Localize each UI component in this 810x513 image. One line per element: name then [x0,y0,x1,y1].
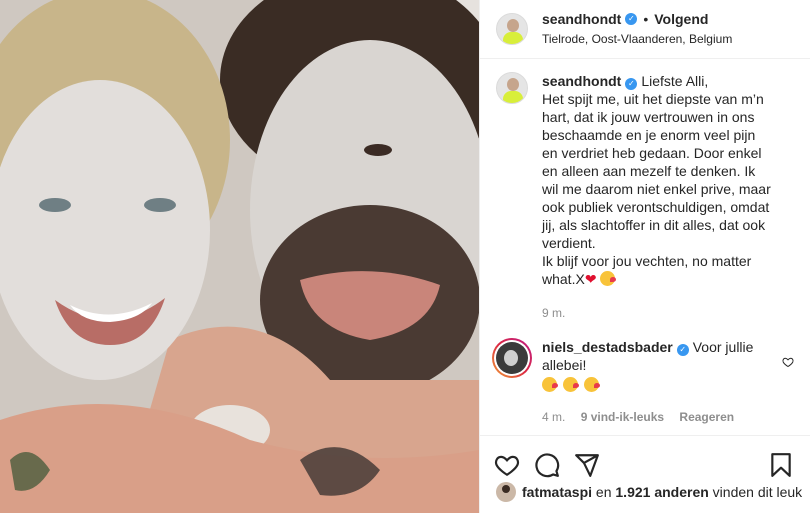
bookmark-icon[interactable] [768,452,794,478]
verified-icon: ✓ [625,13,638,25]
kiss-emoji-icon [600,271,617,286]
post-detail-panel: seandhondt ✓ • Volgend Tielrode, Oost-Vl… [479,0,810,513]
caption-time[interactable]: 9 m. [542,306,565,320]
red-heart-emoji-icon: ❤ [584,271,597,287]
comment-likes[interactable]: 9 vind-ik-leuks [581,410,664,424]
likes-count[interactable]: 1.921 anderen [615,484,708,500]
kiss-emoji-icon [562,377,579,392]
commenter-avatar[interactable] [492,338,532,378]
caption-author[interactable]: seandhondt [542,73,621,89]
follow-button[interactable]: Volgend [654,10,708,28]
likes-suffix: vinden dit leuk [712,484,803,500]
author-avatar[interactable] [496,13,528,45]
heart-icon[interactable] [494,452,520,478]
caption-line: Liefste Alli, [641,73,709,89]
post-photo[interactable] [0,0,479,513]
caption-line: Het spijt me, uit het diepste van m’n ha… [542,91,771,251]
comment-item: niels_destadsbader ✓ Voor jullie allebei! … [492,338,794,426]
liker-avatar[interactable] [496,482,516,502]
comments-section: seandhondt ✓ Liefste Alli, Het spijt me, u… [492,72,794,426]
comment-like-heart-icon[interactable] [782,356,794,368]
caption-line: Ik blijf voor jou vechten, no matter wha… [542,253,752,287]
kiss-emoji-icon [583,377,600,392]
comment-meta: 4 m. 9 vind-ik-leuks Reageren [542,408,774,426]
caption-meta: 9 m. [542,304,774,322]
post-header: seandhondt ✓ • Volgend Tielrode, Oost-Vl… [480,0,810,59]
commenter-username[interactable]: niels_destadsbader [542,339,673,355]
comment-icon[interactable] [534,452,560,478]
likes-middle: en [595,484,612,500]
post-actions: fatmataspi en 1.921 anderen vinden dit l… [480,435,810,513]
reply-button[interactable]: Reageren [679,410,734,424]
kiss-emoji-icon [542,377,558,392]
caption-author-avatar[interactable] [496,72,528,104]
comment-time[interactable]: 4 m. [542,410,565,424]
verified-icon: ✓ [676,344,689,356]
post-location[interactable]: Tielrode, Oost-Vlaanderen, Belgium [542,30,732,48]
likes-summary: fatmataspi en 1.921 anderen vinden dit l… [480,482,810,502]
author-username[interactable]: seandhondt [542,10,621,28]
caption: seandhondt ✓ Liefste Alli, Het spijt me, u… [496,72,794,322]
share-icon[interactable] [574,452,600,478]
separator-dot: • [643,11,649,27]
liker-username[interactable]: fatmataspi [522,484,592,500]
photo-illustration [0,0,479,513]
verified-icon: ✓ [625,78,638,90]
comment-emojis [542,376,774,394]
